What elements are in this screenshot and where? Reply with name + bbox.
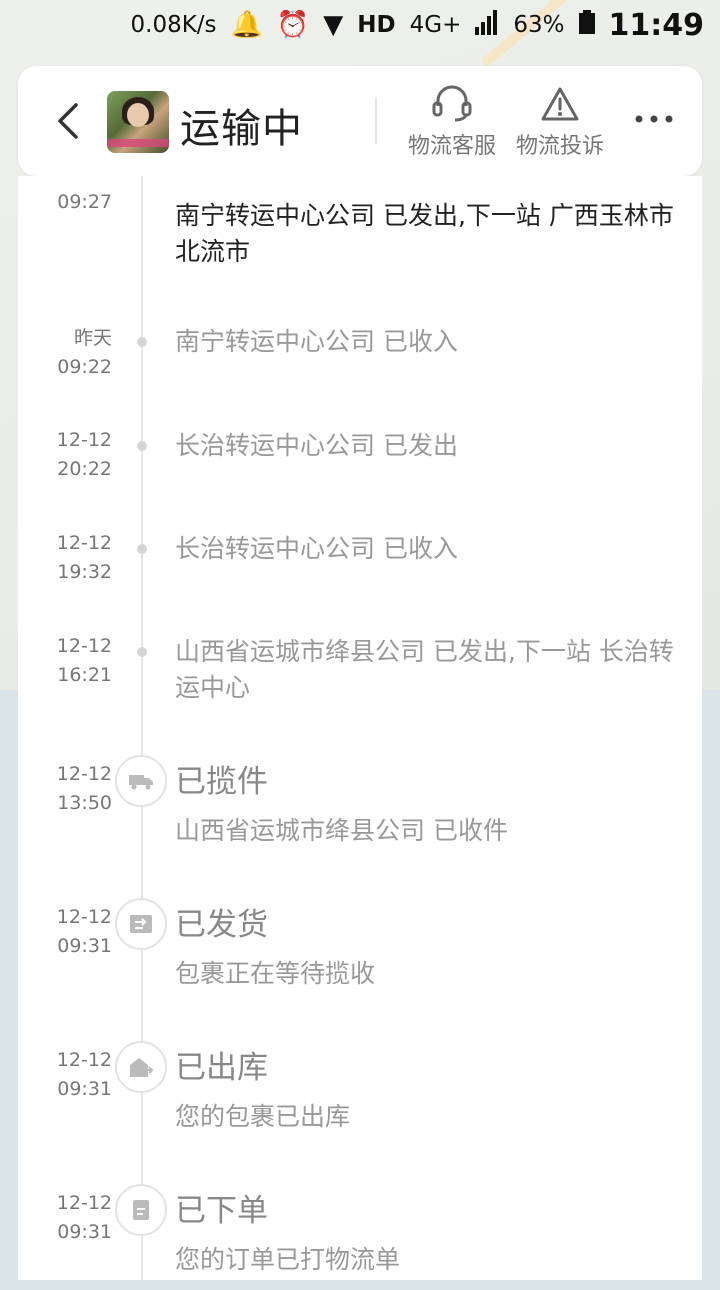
header-divider — [375, 98, 377, 144]
entry-text: 您的订单已打物流单 — [175, 1245, 401, 1274]
entry-text: 南宁转运中心公司 已收入 — [175, 327, 458, 356]
entry-time: 09:31 — [57, 1078, 112, 1100]
timeline-dot — [137, 647, 147, 657]
net-speed: 0.08K/s — [130, 12, 217, 38]
entry-time: 16:21 — [57, 664, 112, 686]
order-icon — [115, 1184, 167, 1236]
avatar[interactable] — [107, 91, 169, 153]
entry-text: 包裹正在等待揽收 — [175, 959, 376, 988]
header-card: 运输中 物流客服 物流投诉 — [18, 66, 702, 176]
entry-heading: 已下单 — [175, 1193, 268, 1229]
truck-icon — [115, 755, 167, 807]
signal-strength-icon — [475, 9, 499, 41]
entry-date: 12-12 — [56, 1049, 112, 1071]
entry-heading: 已揽件 — [175, 764, 268, 800]
entry-date: 12-12 — [56, 1192, 112, 1214]
complaint-label: 物流投诉 — [515, 134, 604, 159]
timeline-dot — [137, 544, 147, 554]
network-hd: HD — [357, 12, 396, 38]
entry-heading: 已发货 — [175, 907, 268, 943]
back-arrow-icon — [58, 103, 78, 139]
complaint-button[interactable]: 物流投诉 — [510, 82, 610, 160]
battery-level: 63% — [513, 12, 565, 38]
back-button[interactable] — [48, 96, 88, 146]
page-title: 运输中 — [180, 106, 303, 152]
shipped-icon — [115, 898, 167, 950]
entry-text: 长治转运中心公司 已收入 — [175, 534, 458, 563]
entry-time: 09:27 — [57, 191, 112, 213]
more-button[interactable] — [630, 104, 678, 134]
battery-icon — [578, 10, 595, 40]
headset-icon — [432, 85, 472, 122]
entry-text: 南宁转运中心公司 已发出,下一站 广西玉林市北流市 — [175, 201, 674, 266]
clock: 11:49 — [608, 7, 705, 43]
entry-time: 13:50 — [57, 792, 112, 814]
signal-type: 4G+ — [409, 12, 462, 38]
entry-date: 12-12 — [56, 763, 112, 785]
entry-heading: 已出库 — [175, 1050, 268, 1086]
entry-date: 12-12 — [56, 429, 112, 451]
customer-service-label: 物流客服 — [407, 134, 496, 159]
entry-date: 昨天 — [73, 327, 112, 349]
alarm-clock-icon: ⏰ — [276, 10, 310, 40]
entry-time: 09:22 — [57, 356, 112, 378]
entry-time: 09:31 — [57, 935, 112, 957]
entry-date: 12-12 — [56, 906, 112, 928]
notification-bell-icon: 🔔 — [230, 10, 263, 40]
more-dots-icon — [635, 115, 673, 123]
entry-time: 20:22 — [57, 458, 112, 480]
entry-date: 12-12 — [56, 532, 112, 554]
entry-time: 09:31 — [57, 1221, 112, 1243]
timeline-dot — [137, 441, 147, 451]
wifi-icon: ▼ — [323, 10, 344, 40]
customer-service-button[interactable]: 物流客服 — [402, 82, 502, 160]
entry-text: 您的包裹已出库 — [175, 1102, 351, 1131]
timeline-dot — [137, 337, 147, 347]
entry-date: 12-12 — [56, 635, 112, 657]
warehouse-out-icon — [115, 1041, 167, 1093]
logistics-timeline[interactable]: 09:27 南宁转运中心公司 已发出,下一站 广西玉林市北流市 昨天 09:22… — [18, 176, 702, 1280]
status-bar: 0.08K/s 🔔 ⏰ ▼ HD 4G+ 63% 11:49 — [0, 0, 720, 50]
entry-time: 19:32 — [57, 561, 112, 583]
warning-triangle-icon — [541, 87, 579, 121]
entry-text: 山西省运城市绛县公司 已收件 — [175, 816, 508, 845]
entry-text: 长治转运中心公司 已发出 — [175, 431, 458, 460]
entry-text: 山西省运城市绛县公司 已发出,下一站 长治转运中心 — [175, 637, 674, 702]
